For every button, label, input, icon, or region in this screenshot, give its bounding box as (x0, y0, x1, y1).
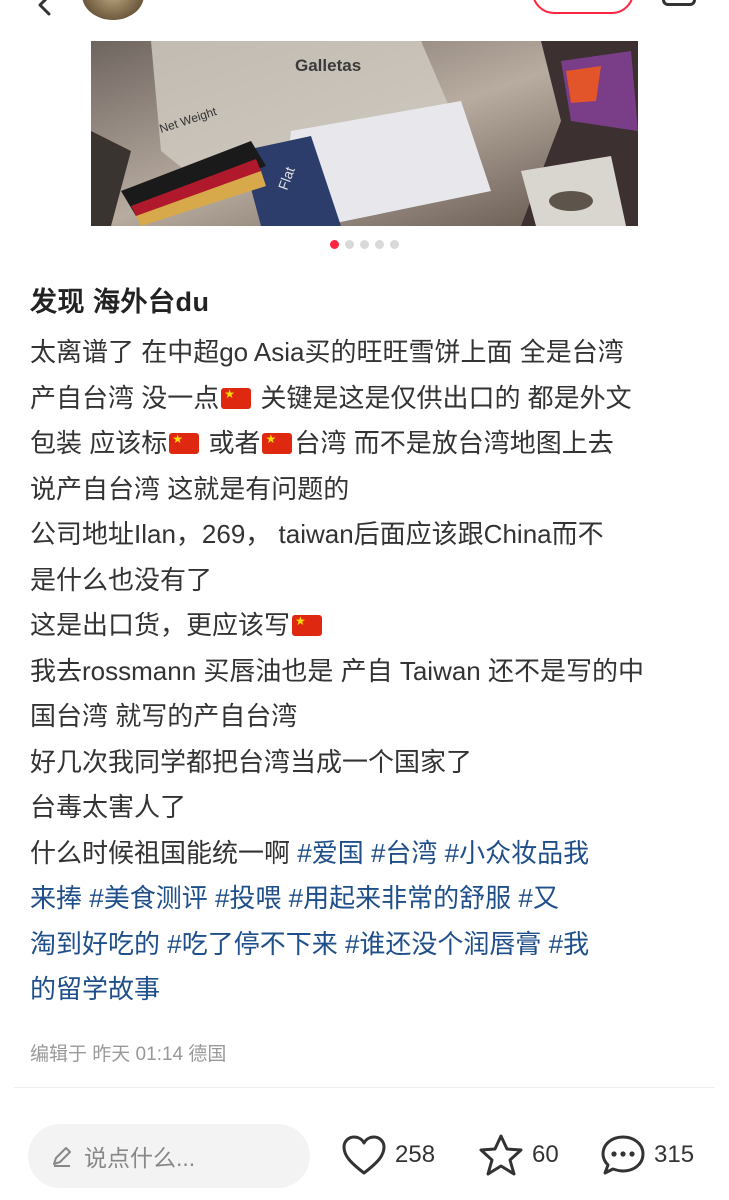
collect-button[interactable]: 60 (478, 1132, 559, 1178)
post-text-line: 公司地址Ilan，269， taiwan后面应该跟China而不 (30, 512, 710, 558)
carousel-dot[interactable] (345, 240, 354, 249)
post-text: 是什么也没有了 (30, 564, 213, 595)
follow-button[interactable] (532, 0, 634, 14)
comment-placeholder: 说点什么... (84, 1145, 196, 1171)
post-text: 台毒太害人了 (30, 792, 187, 822)
like-count: 258 (395, 1141, 436, 1168)
post-text-line: 是什么也没有了 (30, 558, 710, 604)
comment-count: 315 (654, 1141, 695, 1168)
hashtag-link[interactable]: 来捧 (30, 883, 82, 913)
carousel-dot[interactable] (375, 240, 384, 249)
post-text-line: 这是出口货，更应该写 (30, 603, 710, 649)
post-text: 好几次我同学都把台湾当成一个国家了 (30, 746, 473, 777)
comment-input[interactable]: 说点什么... (28, 1124, 310, 1188)
post-text: 或者 (201, 428, 261, 458)
hashtag-link[interactable]: #用起来非常的舒服 (289, 883, 511, 913)
post-image-content: Galletas Net Weight Flat (91, 41, 638, 226)
like-button[interactable]: 258 (341, 1132, 435, 1178)
author-avatar[interactable] (82, 0, 144, 20)
pencil-icon (53, 1147, 71, 1167)
top-bar (0, 0, 729, 22)
heart-icon (342, 1135, 386, 1175)
china-flag-icon (169, 432, 200, 454)
collect-count: 60 (532, 1141, 559, 1168)
post-text: 公司地址Ilan，269， taiwan后面应该跟China而不 (30, 519, 604, 549)
post-text: 这是出口货，更应该写 (30, 610, 291, 640)
post-text-line: 产自台湾 没一点 关键是这是仅供出口的 都是外文 (30, 376, 710, 422)
carousel-dot[interactable] (390, 240, 399, 249)
post-text: 产自台湾 没一点 (30, 382, 220, 413)
post-text-line: 好几次我同学都把台湾当成一个国家了 (30, 740, 710, 786)
china-flag-icon (292, 614, 323, 636)
share-icon[interactable] (662, 0, 696, 6)
comment-bubble-icon (601, 1135, 645, 1175)
carousel-dot[interactable] (330, 240, 339, 249)
post-meta: 编辑于 昨天 01:14 德国 (30, 1044, 227, 1065)
hashtag-link[interactable]: #台湾 (371, 838, 437, 868)
carousel-indicator (0, 240, 729, 254)
post-text: 说产自台湾 这就是有问题的 (30, 473, 350, 504)
hashtag-link[interactable]: #爱国 (297, 838, 363, 868)
hashtag-link[interactable]: #我 (549, 929, 589, 959)
post-text: 台湾 而不是放台湾地图上去 (294, 428, 614, 458)
china-flag-icon (221, 387, 252, 409)
post-text-line: 国台湾 就写的产自台湾 (30, 694, 710, 740)
post-tag-line: 淘到好吃的 #吃了停不下来 #谁还没个润唇膏 #我 (30, 922, 710, 968)
chevron-left-icon[interactable] (34, 0, 56, 16)
hashtag-link[interactable]: #美食测评 (89, 883, 207, 913)
hashtag-link[interactable]: 淘到好吃的 (30, 929, 160, 959)
post-tag-line: 什么时候祖国能统一啊 #爱国 #台湾 #小众妆品我 (30, 831, 710, 877)
post-text-line: 台毒太害人了 (30, 785, 710, 831)
carousel-dot[interactable] (360, 240, 369, 249)
hashtag-link[interactable]: 的留学故事 (30, 974, 160, 1004)
hashtag-link[interactable]: #谁还没个润唇膏 (345, 929, 541, 959)
post-tag-line: 的留学故事 (30, 967, 710, 1013)
hashtag-link[interactable]: #投喂 (215, 883, 281, 913)
hashtag-link[interactable]: #小众妆品我 (445, 838, 589, 868)
divider (14, 1087, 715, 1088)
post-text-line: 说产自台湾 这就是有问题的 (30, 467, 710, 513)
hashtag-link[interactable]: #又 (518, 883, 558, 913)
image-text-galletas: Galletas (295, 56, 361, 75)
post-text-line: 我去rossmann 买唇油也是 产自 Taiwan 还不是写的中 (30, 649, 710, 695)
post-title: 发现 海外台du (30, 287, 210, 317)
post-text: 国台湾 就写的产自台湾 (30, 701, 298, 731)
post-tag-line: 来捧 #美食测评 #投喂 #用起来非常的舒服 #又 (30, 876, 710, 922)
comment-button[interactable]: 315 (600, 1132, 694, 1178)
china-flag-icon (262, 432, 293, 454)
post-text: 什么时候祖国能统一啊 (30, 837, 298, 868)
post-text: 关键是这是仅供出口的 都是外文 (253, 382, 632, 413)
post-text: 我去rossmann 买唇油也是 产自 Taiwan 还不是写的中 (30, 655, 644, 686)
post-text: 太离谱了 在中超go Asia买的旺旺雪饼上面 全是台湾 (30, 337, 624, 367)
post-body: 太离谱了 在中超go Asia买的旺旺雪饼上面 全是台湾产自台湾 没一点 关键是… (30, 330, 710, 1013)
hashtag-link[interactable]: #吃了停不下来 (167, 929, 337, 959)
post-text-line: 包装 应该标 或者 台湾 而不是放台湾地图上去 (30, 421, 710, 467)
post-image[interactable]: Galletas Net Weight Flat (91, 41, 638, 226)
post-text: 包装 应该标 (30, 428, 168, 458)
star-icon (479, 1134, 523, 1176)
post-text-line: 太离谱了 在中超go Asia买的旺旺雪饼上面 全是台湾 (30, 330, 710, 376)
